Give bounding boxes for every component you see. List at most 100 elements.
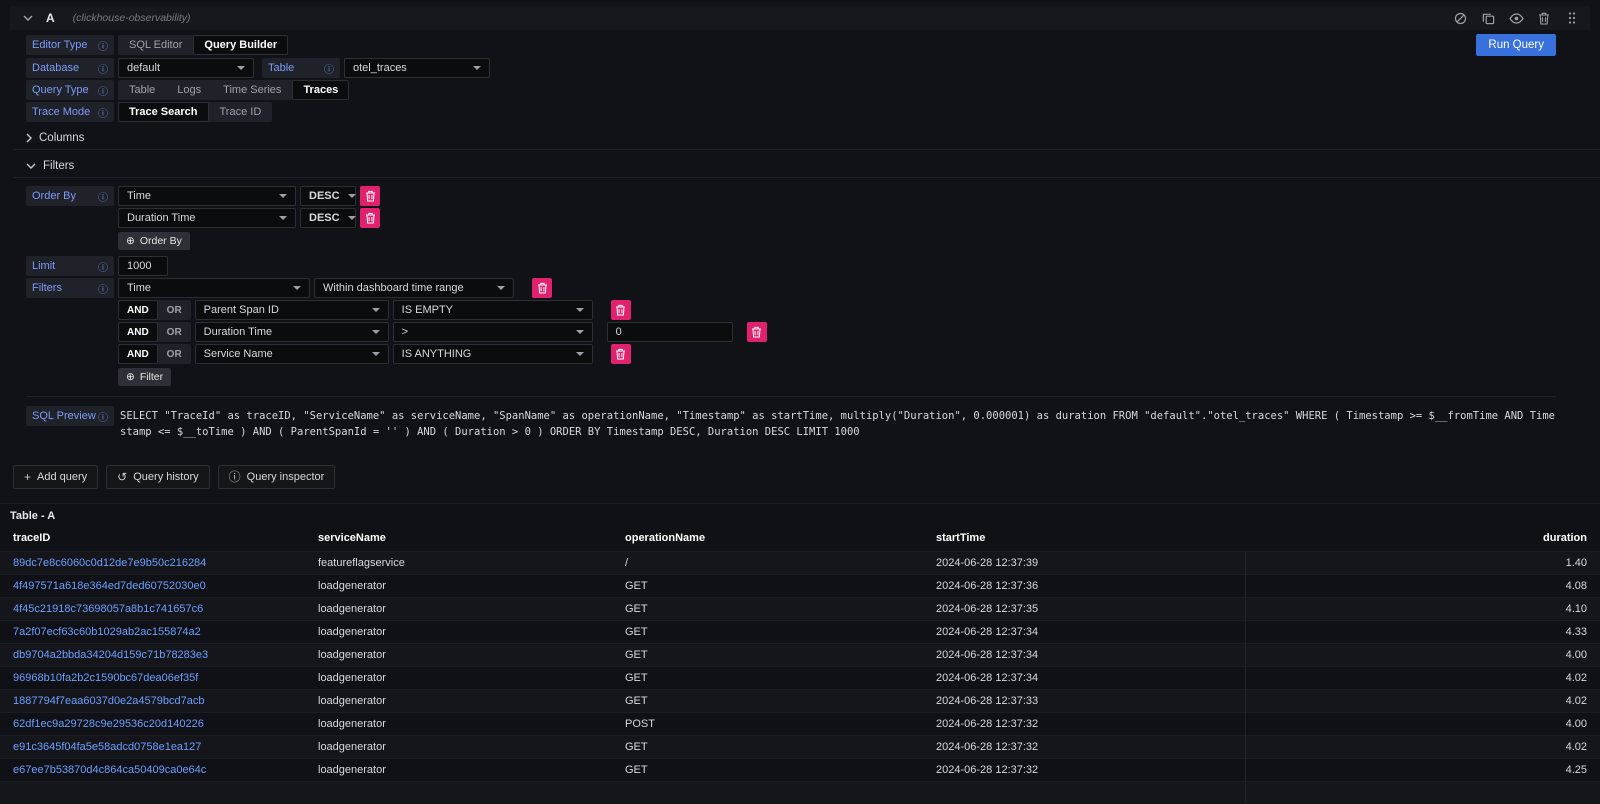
filter-field-select[interactable]: Duration Time — [195, 322, 389, 342]
order-by-row-1: Order By ⓘ Time DESC — [26, 186, 1556, 206]
remove-order-by-button[interactable] — [360, 186, 380, 206]
remove-filter-button[interactable] — [611, 344, 631, 364]
cell-serviceName: loadgenerator — [310, 666, 617, 689]
and-option[interactable]: AND — [118, 344, 158, 364]
filter-field-select[interactable]: Time — [118, 278, 310, 298]
order-by-direction-select[interactable]: DESC — [300, 208, 356, 228]
plus-circle-icon: ⊕ — [126, 235, 135, 247]
or-option[interactable]: OR — [158, 300, 191, 320]
limit-row: Limit ⓘ — [26, 256, 1556, 276]
editor-type-option-sql-editor[interactable]: SQL Editor — [118, 35, 193, 55]
info-icon[interactable]: ⓘ — [98, 38, 108, 53]
disable-query-icon[interactable] — [1450, 8, 1470, 28]
trace-mode-segmented: Trace Search Trace ID — [118, 102, 272, 122]
column-header-servicename[interactable]: serviceName — [310, 527, 617, 552]
trace-id-link[interactable]: e91c3645f04fa5e58adcd0758e1ea127 — [13, 741, 201, 753]
trace-id-link[interactable]: 1887794f7eaa6037d0e2a4579bcd7acb — [13, 695, 204, 707]
query-type-option-table[interactable]: Table — [118, 80, 166, 100]
column-header-operationname[interactable]: operationName — [617, 527, 928, 552]
trace-id-link[interactable]: 4f45c21918c73698057a8b1c741657c6 — [13, 603, 203, 615]
column-header-starttime[interactable]: startTime — [928, 527, 1245, 552]
info-icon[interactable]: ⓘ — [98, 281, 108, 296]
filters-time-row: Filters ⓘ Time Within dashboard time ran… — [26, 278, 1556, 298]
filter-value-input[interactable] — [607, 322, 733, 342]
or-option[interactable]: OR — [158, 322, 191, 342]
trace-id-link[interactable]: 96968b10fa2b2c1590bc67dea06ef35f — [13, 672, 198, 684]
query-type-option-logs[interactable]: Logs — [166, 80, 212, 100]
table-select[interactable]: otel_traces — [344, 58, 490, 78]
query-type-option-time-series[interactable]: Time Series — [212, 80, 292, 100]
cell-operationName: GET — [617, 735, 928, 758]
filter-field-select[interactable]: Service Name — [195, 344, 389, 364]
info-icon[interactable]: ⓘ — [324, 61, 334, 76]
info-icon[interactable]: ⓘ — [98, 409, 108, 424]
column-header-duration[interactable]: duration — [1245, 527, 1600, 552]
cell-startTime: 2024-06-28 12:37:34 — [928, 643, 1245, 666]
and-option[interactable]: AND — [118, 322, 158, 342]
cell-startTime: 2024-06-28 12:37:39 — [928, 551, 1245, 574]
chevron-down-icon — [497, 286, 505, 290]
trace-id-link[interactable]: 62df1ec9a29728c9e29536c20d140226 — [13, 718, 204, 730]
add-order-by-button[interactable]: ⊕ Order By — [118, 232, 190, 250]
filter-field-select[interactable]: Parent Span ID — [195, 300, 389, 320]
order-by-row-2: Duration Time DESC — [118, 208, 1556, 228]
cell-serviceName: featureflagservice — [310, 551, 617, 574]
add-query-button[interactable]: + Add query — [13, 465, 98, 489]
filters-section-header[interactable]: Filters — [13, 154, 1600, 178]
order-by-direction-select[interactable]: DESC — [300, 186, 356, 206]
cell-startTime: 2024-06-28 12:37:32 — [928, 758, 1245, 781]
table-row: e67ee7b53870d4c864ca50409ca0e64cloadgene… — [0, 758, 1600, 781]
chevron-down-icon — [348, 216, 356, 220]
panel-title: Table - A — [0, 504, 1600, 527]
trace-id-link[interactable]: db9704a2bbda34204d159c71b78283e3 — [13, 649, 208, 661]
info-icon[interactable]: ⓘ — [98, 83, 108, 98]
run-query-button[interactable]: Run Query — [1476, 34, 1556, 56]
cell-duration: 4.02 — [1245, 666, 1600, 689]
trace-mode-option-trace-search[interactable]: Trace Search — [118, 102, 209, 122]
drag-handle-icon[interactable] — [1562, 8, 1582, 28]
cell-duration: 4.33 — [1245, 620, 1600, 643]
collapse-chevron-icon[interactable] — [18, 8, 38, 28]
query-type-option-traces[interactable]: Traces — [292, 80, 349, 100]
cell-operationName: GET — [617, 597, 928, 620]
add-filter-button[interactable]: ⊕ Filter — [118, 368, 171, 386]
remove-filter-button[interactable] — [532, 278, 552, 298]
query-footer-actions: + Add query ↺ Query history ⓘ Query insp… — [13, 465, 1587, 489]
column-header-traceid[interactable]: traceID — [0, 527, 310, 552]
trace-id-link[interactable]: e67ee7b53870d4c864ca50409ca0e64c — [13, 764, 206, 776]
filter-operator-select[interactable]: Within dashboard time range — [314, 278, 514, 298]
chevron-down-icon — [237, 66, 245, 70]
duplicate-query-icon[interactable] — [1478, 8, 1498, 28]
limit-input[interactable] — [118, 256, 168, 276]
remove-filter-button[interactable] — [611, 300, 631, 320]
editor-type-option-query-builder[interactable]: Query Builder — [193, 35, 288, 55]
database-select[interactable]: default — [118, 58, 254, 78]
info-icon[interactable]: ⓘ — [98, 259, 108, 274]
delete-query-icon[interactable] — [1534, 8, 1554, 28]
info-icon[interactable]: ⓘ — [98, 105, 108, 120]
order-by-field-select[interactable]: Time — [118, 186, 296, 206]
remove-order-by-button[interactable] — [360, 208, 380, 228]
or-option[interactable]: OR — [158, 344, 191, 364]
trace-id-link[interactable]: 89dc7e8c6060c0d12de7e9b50c216284 — [13, 557, 206, 569]
and-option[interactable]: AND — [118, 300, 158, 320]
filter-operator-select[interactable]: IS EMPTY — [393, 300, 593, 320]
info-icon[interactable]: ⓘ — [98, 61, 108, 76]
trace-mode-option-trace-id[interactable]: Trace ID — [209, 102, 273, 122]
toggle-visibility-eye-icon[interactable] — [1506, 8, 1526, 28]
trace-id-link[interactable]: 7a2f07ecf63c60b1029ab2ac155874a2 — [13, 626, 201, 638]
query-inspector-button[interactable]: ⓘ Query inspector — [218, 465, 336, 489]
trace-id-link[interactable]: 4f497571a618e364ed7ded60752030e0 — [13, 580, 206, 592]
chevron-right-icon — [26, 133, 32, 143]
cell-serviceName: loadgenerator — [310, 643, 617, 666]
filter-operator-select[interactable]: > — [393, 322, 593, 342]
filter-operator-select[interactable]: IS ANYTHING — [393, 344, 593, 364]
chevron-down-icon — [279, 194, 287, 198]
order-by-field-select[interactable]: Duration Time — [118, 208, 296, 228]
columns-section-header[interactable]: Columns — [13, 126, 1600, 150]
chevron-down-icon — [576, 352, 584, 356]
query-row-header: A (clickhouse-observability) — [10, 6, 1590, 30]
remove-filter-button[interactable] — [747, 322, 767, 342]
query-history-button[interactable]: ↺ Query history — [106, 465, 209, 489]
info-icon[interactable]: ⓘ — [98, 189, 108, 204]
